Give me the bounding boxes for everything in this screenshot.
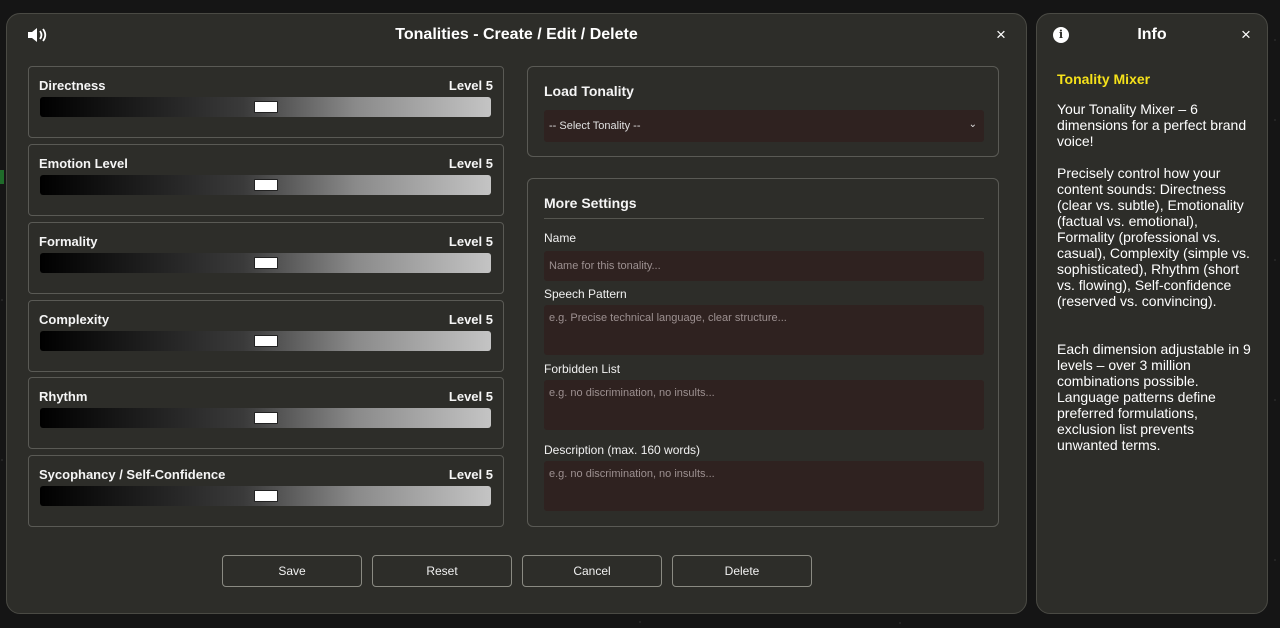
slider-thumb[interactable] xyxy=(253,335,278,347)
slider-thumb[interactable] xyxy=(253,257,278,269)
slider-card-complexity: Complexity Level 5 xyxy=(28,300,504,372)
name-label: Name xyxy=(544,231,577,245)
slider-label: Rhythm xyxy=(39,389,88,404)
slider-card-rhythm: Rhythm Level 5 xyxy=(28,377,504,449)
load-tonality-title: Load Tonality xyxy=(544,83,634,99)
info-paragraph: Each dimension adjustable in 9 levels – … xyxy=(1057,341,1251,453)
slider-level: Level 5 xyxy=(448,467,493,482)
modal-header: Tonalities - Create / Edit / Delete × xyxy=(7,14,1026,56)
slider-level: Level 5 xyxy=(448,389,493,404)
description-field[interactable] xyxy=(544,461,984,511)
formality-slider[interactable] xyxy=(40,253,491,273)
slider-thumb[interactable] xyxy=(253,412,278,424)
speech-pattern-field[interactable] xyxy=(544,305,984,355)
slider-card-emotion: Emotion Level Level 5 xyxy=(28,144,504,216)
select-value: -- Select Tonality -- xyxy=(549,120,641,132)
more-settings-title: More Settings xyxy=(544,195,637,211)
info-panel: i Info × Tonality Mixer Your Tonality Mi… xyxy=(1036,13,1268,614)
slider-card-directness: Directness Level 5 xyxy=(28,66,504,138)
rhythm-slider[interactable] xyxy=(40,408,491,428)
slider-thumb[interactable] xyxy=(253,179,278,191)
self-confidence-slider[interactable] xyxy=(40,486,491,506)
info-heading: Tonality Mixer xyxy=(1057,71,1151,87)
close-icon[interactable]: × xyxy=(1241,26,1251,44)
slider-label: Complexity xyxy=(39,312,110,327)
info-title: Info xyxy=(1137,26,1167,43)
cancel-button[interactable]: Cancel xyxy=(522,555,662,587)
slider-level: Level 5 xyxy=(448,78,493,93)
close-icon[interactable]: × xyxy=(996,26,1006,44)
info-paragraph: Your Tonality Mixer – 6 dimensions for a… xyxy=(1057,101,1247,149)
slider-level: Level 5 xyxy=(448,312,493,327)
speech-pattern-label: Speech Pattern xyxy=(544,287,627,301)
reset-button[interactable]: Reset xyxy=(372,555,512,587)
load-tonality-panel: Load Tonality -- Select Tonality -- ⌄ xyxy=(527,66,999,157)
slider-thumb[interactable] xyxy=(253,490,278,502)
save-button[interactable]: Save xyxy=(222,555,362,587)
description-label: Description (max. 160 words) xyxy=(544,443,701,457)
slider-label: Formality xyxy=(39,234,98,249)
forbidden-list-label: Forbidden List xyxy=(544,362,621,376)
slider-card-formality: Formality Level 5 xyxy=(28,222,504,294)
slider-level: Level 5 xyxy=(448,156,493,171)
delete-button[interactable]: Delete xyxy=(672,555,812,587)
directness-slider[interactable] xyxy=(40,97,491,117)
chevron-down-icon: ⌄ xyxy=(968,119,977,130)
background-marker xyxy=(0,170,4,184)
tonality-select[interactable]: -- Select Tonality -- ⌄ xyxy=(544,110,984,142)
modal-title: Tonalities - Create / Edit / Delete xyxy=(395,26,638,43)
emotion-level-slider[interactable] xyxy=(40,175,491,195)
info-paragraph: Precisely control how your content sound… xyxy=(1057,165,1250,309)
slider-label: Directness xyxy=(39,78,106,93)
slider-level: Level 5 xyxy=(448,234,493,249)
slider-label: Emotion Level xyxy=(39,156,128,171)
divider xyxy=(544,218,984,219)
name-field[interactable] xyxy=(544,251,984,281)
slider-thumb[interactable] xyxy=(253,101,278,113)
slider-card-self-confidence: Sycophancy / Self-Confidence Level 5 xyxy=(28,455,504,527)
more-settings-panel: More Settings Name Speech Pattern Forbid… xyxy=(527,178,999,527)
forbidden-list-field[interactable] xyxy=(544,380,984,430)
complexity-slider[interactable] xyxy=(40,331,491,351)
tonalities-modal: Tonalities - Create / Edit / Delete × Di… xyxy=(6,13,1027,614)
slider-label: Sycophancy / Self-Confidence xyxy=(39,467,226,482)
